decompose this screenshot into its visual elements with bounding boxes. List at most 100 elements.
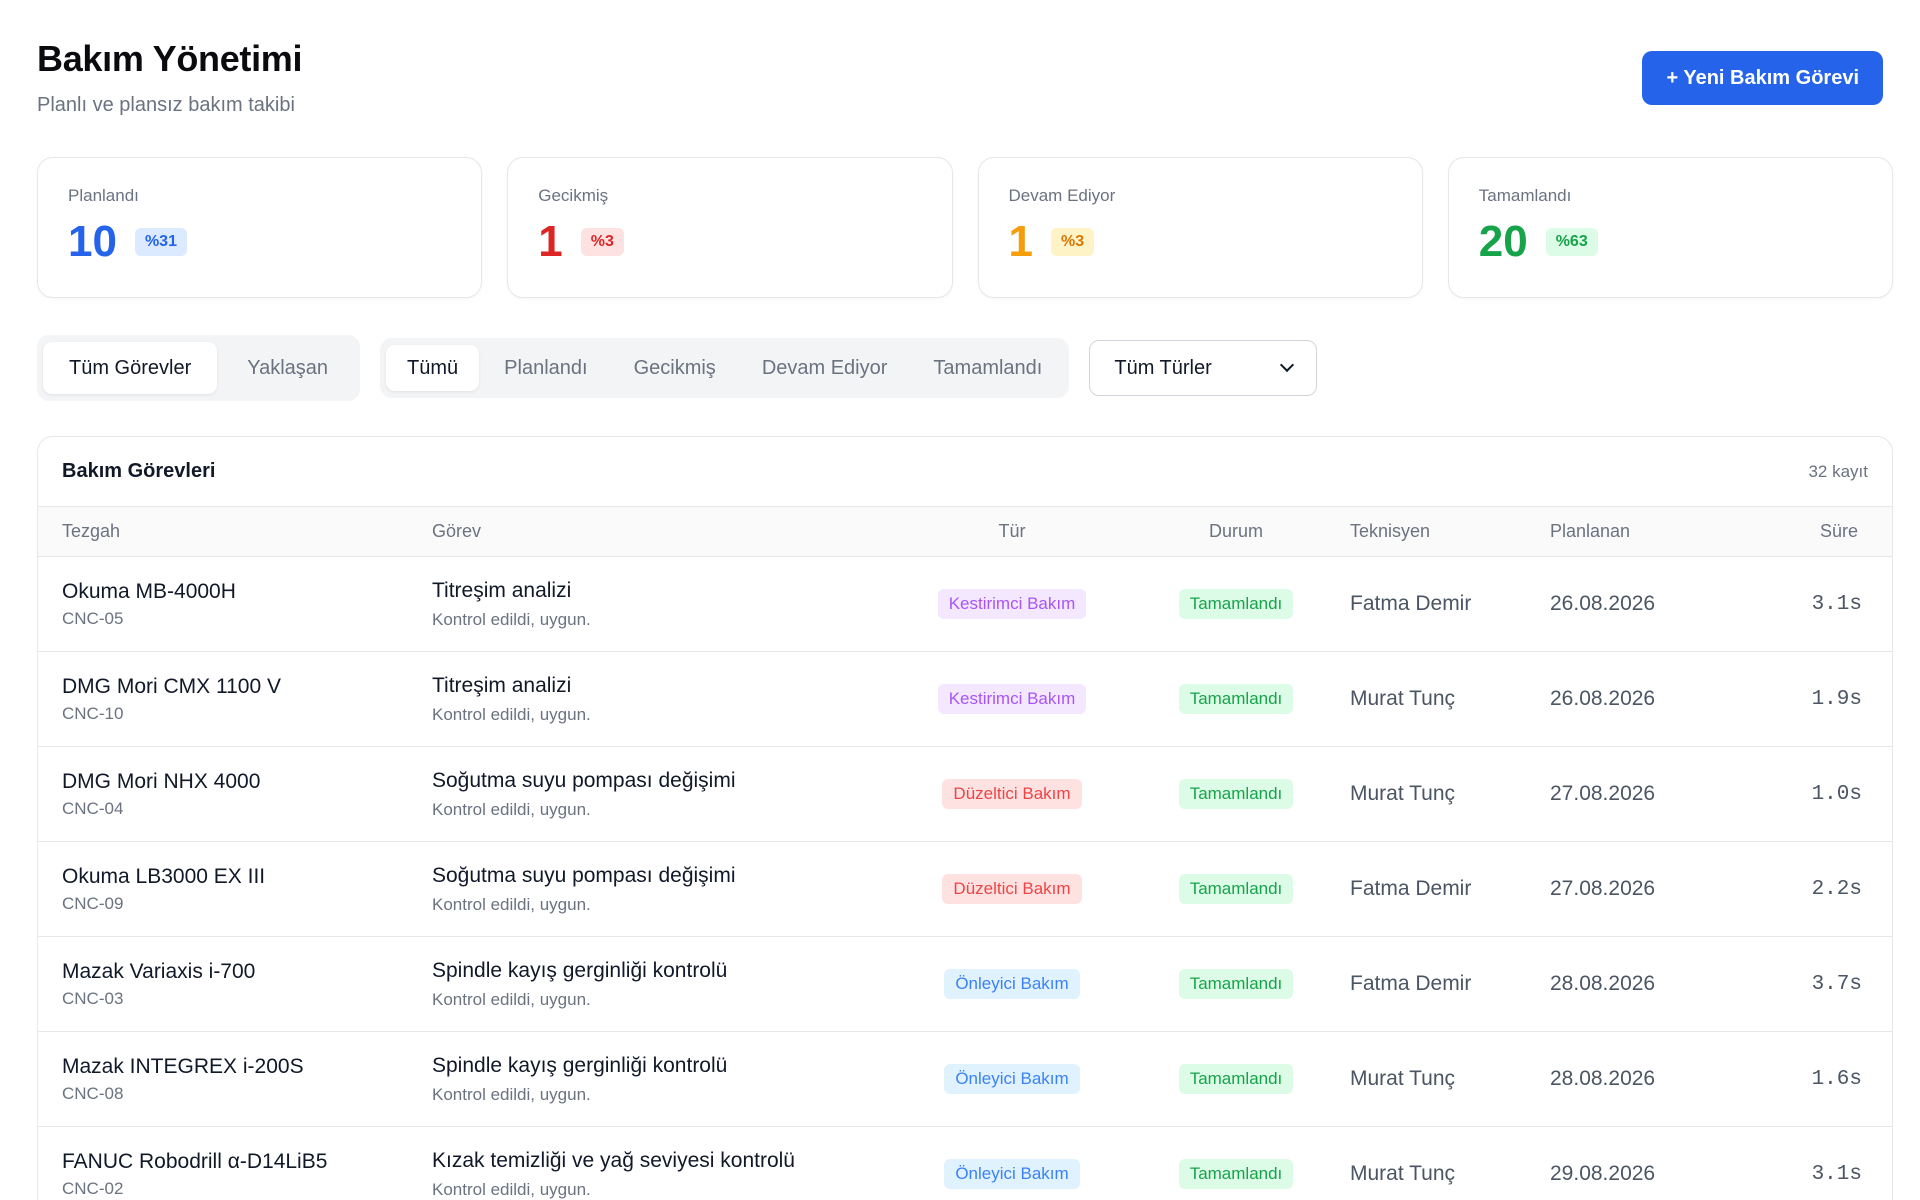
table-row[interactable]: Okuma LB3000 EX III CNC-09 Soğutma suyu po…: [38, 842, 1892, 937]
duration-cell: 3.7s: [1736, 973, 1892, 996]
duration: 3.1s: [1811, 592, 1862, 616]
stat-row: 10 %31: [68, 220, 451, 264]
status-tab[interactable]: Gecikmiş: [613, 345, 737, 391]
status-badge: Tamamlandı: [1178, 1064, 1294, 1094]
planned-date-cell: 26.08.2026: [1550, 687, 1736, 711]
column-header-technician[interactable]: Teknisyen: [1350, 521, 1550, 542]
status-badge: Tamamlandı: [1178, 969, 1294, 999]
stat-row: 1 %3: [538, 220, 921, 264]
machine-name: Mazak INTEGREX i-200S: [62, 1054, 304, 1078]
view-tab[interactable]: Yaklaşan: [221, 342, 354, 394]
column-header-machine[interactable]: Tezgah: [38, 521, 432, 542]
stat-card: Planlandı 10 %31: [37, 157, 483, 298]
stat-percent-badge: %3: [580, 228, 624, 256]
stat-card: Gecikmiş 1 %3: [507, 157, 953, 298]
status-cell: Tamamlandı: [1122, 589, 1350, 619]
task-note: Kontrol edildi, uygun.: [432, 609, 591, 629]
duration: 1.0s: [1811, 782, 1862, 806]
task-cell: Spindle kayış gerginliği kontrolü Kontrol…: [432, 1054, 902, 1105]
machine-code: CNC-04: [62, 798, 124, 818]
machine-cell: DMG Mori CMX 1100 V CNC-10: [38, 675, 432, 724]
status-tab[interactable]: Planlandı: [483, 345, 608, 391]
status-tab[interactable]: Devam Ediyor: [741, 345, 909, 391]
column-header-task[interactable]: Görev: [432, 521, 902, 542]
machine-cell: FANUC Robodrill α-D14LiB5 CNC-02: [38, 1150, 432, 1199]
task-cell: Soğutma suyu pompası değişimi Kontrol edi…: [432, 864, 902, 915]
status-cell: Tamamlandı: [1122, 1064, 1350, 1094]
type-filter-select[interactable]: Tüm Türler: [1089, 340, 1318, 396]
type-cell: Kestirimci Bakım: [902, 589, 1122, 619]
stats-cards: Planlandı 10 %31 Gecikmiş 1 %3 Devam Ediyor 1 %3…: [37, 157, 1893, 298]
status-badge: Tamamlandı: [1178, 684, 1294, 714]
type-cell: Önleyici Bakım: [902, 1064, 1122, 1094]
duration-cell: 1.9s: [1736, 688, 1892, 711]
stat-label: Devam Ediyor: [1008, 186, 1116, 205]
task-note: Kontrol edildi, uygun.: [432, 704, 591, 724]
planned-date-cell: 29.08.2026: [1550, 1162, 1736, 1186]
status-tab[interactable]: Tamamlandı: [912, 345, 1063, 391]
task-note: Kontrol edildi, uygun.: [432, 894, 591, 914]
status-badge: Tamamlandı: [1178, 1159, 1294, 1189]
column-header-status[interactable]: Durum: [1122, 521, 1350, 542]
task-note: Kontrol edildi, uygun.: [432, 1179, 591, 1199]
table-row[interactable]: Okuma MB-4000H CNC-05 Titreşim analizi Kont…: [38, 557, 1892, 652]
duration-cell: 3.1s: [1736, 593, 1892, 616]
column-header-type[interactable]: Tür: [902, 521, 1122, 542]
stat-card: Devam Ediyor 1 %3: [977, 157, 1423, 298]
stat-row: 1 %3: [1009, 220, 1392, 264]
status-badge: Tamamlandı: [1178, 779, 1294, 809]
stat-card: Tamamlandı 20 %63: [1447, 157, 1893, 298]
table-row[interactable]: DMG Mori NHX 4000 CNC-04 Soğutma suyu pomp…: [38, 747, 1892, 842]
column-header-row: Tezgah Görev Tür Durum Teknisyen Planlan…: [38, 507, 1892, 557]
type-cell: Önleyici Bakım: [902, 1159, 1122, 1189]
machine-code: CNC-03: [62, 988, 124, 1008]
type-badge: Kestirimci Bakım: [937, 589, 1087, 619]
task-name: Kızak temizliği ve yağ seviyesi kontrolü: [432, 1148, 795, 1172]
task-note: Kontrol edildi, uygun.: [432, 1084, 591, 1104]
machine-name: DMG Mori CMX 1100 V: [62, 674, 281, 698]
technician-name: Fatma Demir: [1350, 877, 1472, 900]
new-maintenance-task-button[interactable]: + Yeni Bakım Görevi: [1642, 51, 1883, 105]
table-row[interactable]: Mazak Variaxis i-700 CNC-03 Spindle kayış …: [38, 937, 1892, 1032]
type-badge: Düzeltici Bakım: [942, 874, 1082, 904]
column-header-planned[interactable]: Planlanan: [1550, 521, 1736, 542]
stat-label: Tamamlandı: [1478, 186, 1572, 205]
machine-name: Mazak Variaxis i-700: [62, 959, 256, 983]
planned-date-cell: 28.08.2026: [1550, 1067, 1736, 1091]
chevron-down-icon: [1280, 357, 1295, 373]
technician-name: Fatma Demir: [1350, 972, 1472, 995]
task-name: Spindle kayış gerginliği kontrolü: [432, 1053, 728, 1077]
table-row[interactable]: DMG Mori CMX 1100 V CNC-10 Titreşim analiz…: [38, 652, 1892, 747]
stat-percent-badge: %63: [1545, 228, 1598, 256]
status-badge: Tamamlandı: [1178, 874, 1294, 904]
technician-name: Fatma Demir: [1350, 592, 1472, 615]
machine-cell: Mazak INTEGREX i-200S CNC-08: [38, 1055, 432, 1104]
status-tab[interactable]: Tümü: [386, 345, 480, 391]
technician-name: Murat Tunç: [1350, 782, 1456, 805]
technician-name: Murat Tunç: [1350, 1162, 1456, 1185]
table-row[interactable]: Mazak INTEGREX i-200S CNC-08 Spindle kayış…: [38, 1032, 1892, 1127]
task-note: Kontrol edildi, uygun.: [432, 799, 591, 819]
planned-date: 26.08.2026: [1550, 687, 1656, 710]
planned-date-cell: 27.08.2026: [1550, 782, 1736, 806]
stat-row: 20 %63: [1479, 220, 1862, 264]
page-title: Bakım Yönetimi: [37, 38, 303, 79]
table-row[interactable]: FANUC Robodrill α-D14LiB5 CNC-02 Kızak tem…: [38, 1127, 1892, 1200]
stat-label: Planlandı: [68, 186, 139, 205]
technician-name: Murat Tunç: [1350, 1067, 1456, 1090]
status-cell: Tamamlandı: [1122, 969, 1350, 999]
planned-date: 26.08.2026: [1550, 592, 1656, 615]
task-cell: Titreşim analizi Kontrol edildi, uygun.: [432, 579, 902, 630]
view-tab[interactable]: Tüm Görevler: [43, 342, 218, 394]
status-cell: Tamamlandı: [1122, 779, 1350, 809]
stat-percent-badge: %3: [1050, 228, 1095, 256]
planned-date: 28.08.2026: [1550, 972, 1656, 995]
duration: 1.9s: [1811, 687, 1862, 711]
column-header-duration[interactable]: Süre: [1736, 521, 1892, 542]
technician-cell: Murat Tunç: [1350, 782, 1550, 806]
type-cell: Düzeltici Bakım: [902, 779, 1122, 809]
duration: 2.2s: [1811, 877, 1862, 901]
record-count: 32 kayıt: [1808, 461, 1868, 481]
planned-date-cell: 28.08.2026: [1550, 972, 1736, 996]
status-cell: Tamamlandı: [1122, 1159, 1350, 1189]
